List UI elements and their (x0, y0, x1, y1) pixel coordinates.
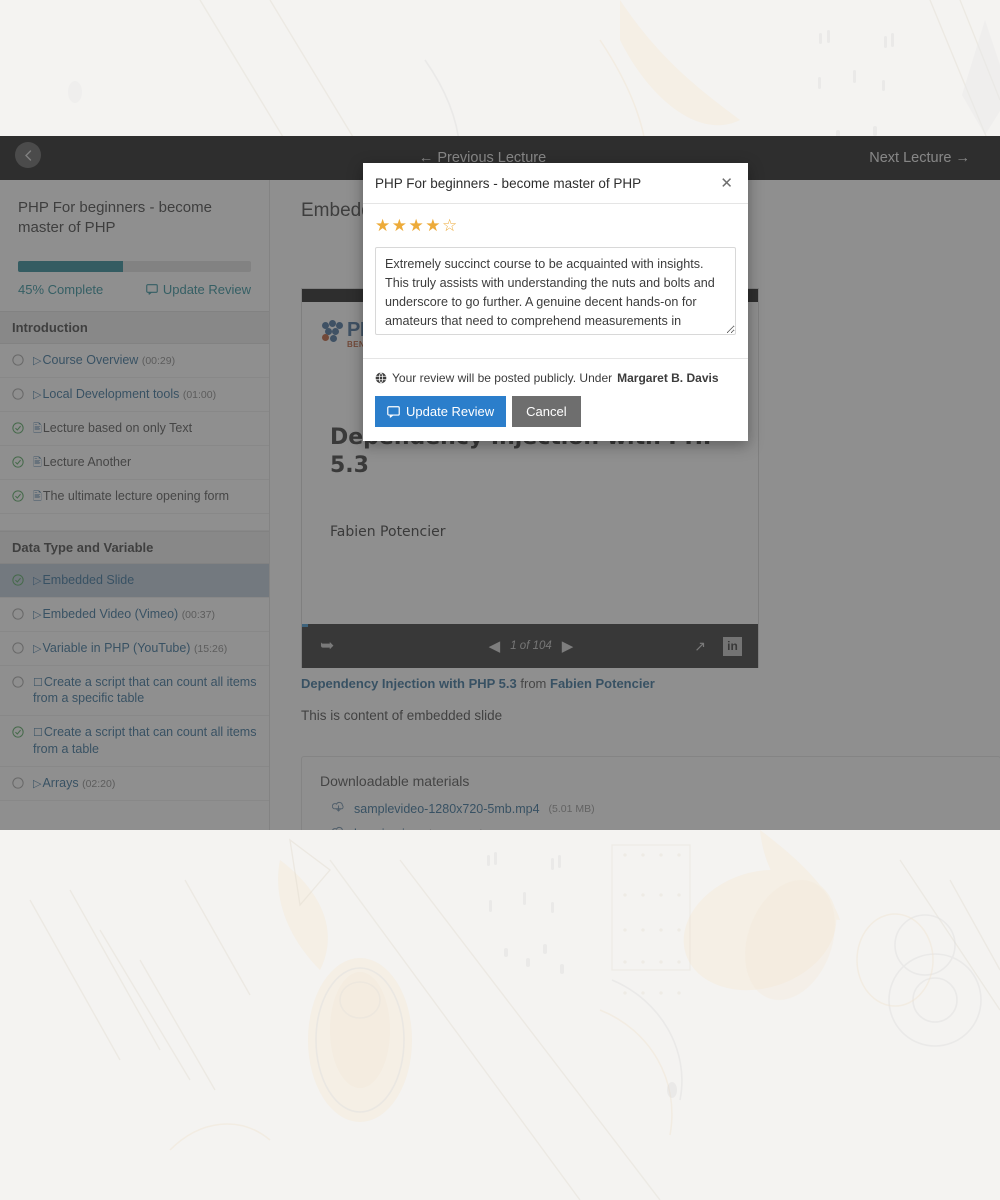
update-review-button-label: Update Review (406, 404, 495, 419)
star-filled-icon[interactable]: ★ (375, 216, 392, 235)
modal-button-row: Update Review Cancel (375, 396, 736, 427)
modal-footer: Your review will be posted publicly. Und… (363, 359, 748, 441)
course-player-window: ← Previous Lecture Next Lecture → PHP Fo… (0, 136, 1000, 830)
star-filled-icon[interactable]: ★ (425, 216, 442, 235)
public-notice-author: Margaret B. Davis (617, 371, 719, 385)
star-empty-icon[interactable]: ☆ (442, 216, 459, 235)
public-notice-text: Your review will be posted publicly. Und… (392, 371, 613, 385)
review-textarea[interactable] (375, 247, 736, 335)
cancel-button[interactable]: Cancel (512, 396, 581, 427)
modal-title: PHP For beginners - become master of PHP (375, 176, 642, 191)
public-notice: Your review will be posted publicly. Und… (375, 371, 736, 385)
star-filled-icon[interactable]: ★ (392, 216, 409, 235)
update-review-modal: PHP For beginners - become master of PHP… (363, 163, 748, 441)
star-filled-icon[interactable]: ★ (409, 216, 426, 235)
close-icon[interactable]: ✕ (720, 176, 733, 191)
modal-body: ★★★★☆ (363, 204, 748, 359)
globe-icon (375, 372, 387, 384)
rating-stars[interactable]: ★★★★☆ (375, 216, 736, 236)
comment-icon (387, 405, 400, 418)
modal-header: PHP For beginners - become master of PHP… (363, 163, 748, 204)
update-review-button[interactable]: Update Review (375, 396, 507, 427)
